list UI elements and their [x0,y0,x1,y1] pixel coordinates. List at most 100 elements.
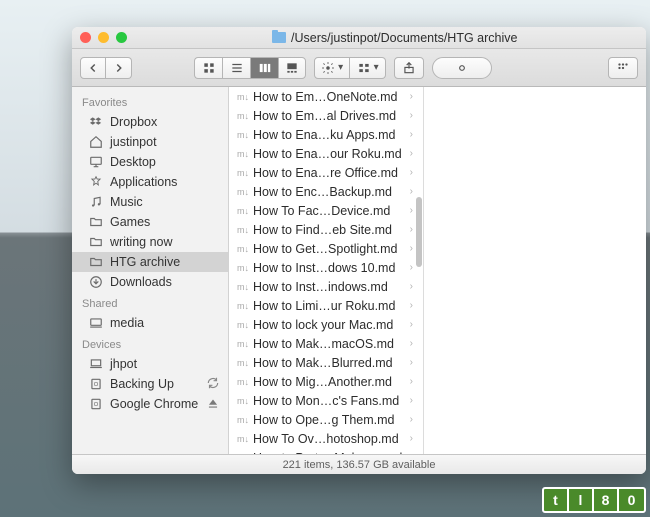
sidebar-item-downloads[interactable]: Downloads [72,272,228,292]
sidebar-item-label: writing now [110,235,173,249]
file-icon: m↓ [237,301,247,311]
view-list-button[interactable] [222,57,250,79]
downloads-icon [88,275,103,290]
action-menu-button[interactable]: ▾ [314,57,350,79]
file-row[interactable]: m↓How to Mak…macOS.md› [229,334,423,353]
chevron-right-icon: › [410,433,413,444]
chevron-right-icon: › [410,243,413,254]
sidebar-item-label: Games [110,215,150,229]
file-name: How to Mon…c's Fans.md [253,394,399,408]
file-row[interactable]: m↓How To Ov…hotoshop.md› [229,429,423,448]
chevron-right-icon: › [410,91,413,102]
minimize-button[interactable] [98,32,109,43]
file-row[interactable]: m↓How To Fac…Device.md› [229,201,423,220]
folder-icon [88,255,103,270]
file-name: How To Fac…Device.md [253,204,390,218]
sidebar[interactable]: Favorites DropboxjustinpotDesktopApplica… [72,87,229,454]
eject-icon[interactable] [206,396,220,413]
file-row[interactable]: m↓How to Mon…c's Fans.md› [229,391,423,410]
view-icons-button[interactable] [194,57,222,79]
desktop-icon [88,155,103,170]
file-name: How to Find…eb Site.md [253,223,392,237]
sidebar-item-music[interactable]: Music [72,192,228,212]
file-row[interactable]: m↓How to Em…OneNote.md› [229,87,423,106]
file-row[interactable]: m↓How to Get…Spotlight.md› [229,239,423,258]
sidebar-item-label: Downloads [110,275,172,289]
sidebar-item-google-chrome[interactable]: Google Chrome [72,394,228,414]
tags-pill-button[interactable] [432,57,492,79]
more-button[interactable] [608,57,638,79]
sidebar-item-justinpot[interactable]: justinpot [72,132,228,152]
file-row[interactable]: m↓How to Em…al Drives.md› [229,106,423,125]
file-row[interactable]: m↓How to Ena…ku Apps.md› [229,125,423,144]
sidebar-item-htg-archive[interactable]: HTG archive [72,252,228,272]
share-button[interactable] [394,57,424,79]
file-icon: m↓ [237,187,247,197]
file-name: How to Mak…macOS.md [253,337,394,351]
back-button[interactable] [80,57,106,79]
chevron-right-icon: › [410,319,413,330]
chevron-right-icon: › [410,281,413,292]
file-row[interactable]: m↓How to Prot… Malware.md› [229,448,423,454]
file-row[interactable]: m↓How to Ena…re Office.md› [229,163,423,182]
folder-icon [272,32,286,43]
file-row[interactable]: m↓How to Find…eb Site.md› [229,220,423,239]
sidebar-item-desktop[interactable]: Desktop [72,152,228,172]
chevron-right-icon: › [410,205,413,216]
file-row[interactable]: m↓How to Mig…Another.md› [229,372,423,391]
arrange-menu-button[interactable]: ▾ [350,57,386,79]
status-bar: 221 items, 136.57 GB available [72,454,646,474]
file-icon: m↓ [237,396,247,406]
chevron-right-icon: › [410,452,413,454]
title-path-text: /Users/justinpot/Documents/HTG archive [291,31,517,45]
view-columns-button[interactable] [250,57,278,79]
nav-buttons [80,57,132,79]
sidebar-header-favorites: Favorites [72,91,228,112]
zoom-button[interactable] [116,32,127,43]
disk-icon [88,397,103,412]
sidebar-header-devices: Devices [72,333,228,354]
file-name: How to Em…al Drives.md [253,109,396,123]
chevron-right-icon: › [410,224,413,235]
file-icon: m↓ [237,282,247,292]
file-row[interactable]: m↓How to Ena…our Roku.md› [229,144,423,163]
file-row[interactable]: m↓How to Enc…Backup.md› [229,182,423,201]
scrollbar-thumb[interactable] [416,197,422,267]
sidebar-item-writing-now[interactable]: writing now [72,232,228,252]
window-title: /Users/justinpot/Documents/HTG archive [272,31,517,45]
view-gallery-button[interactable] [278,57,306,79]
file-row[interactable]: m↓ How to Limi…ur Roku.md › [229,296,423,315]
close-button[interactable] [80,32,91,43]
traffic-lights [80,32,127,43]
file-name: How to Limi…ur Roku.md [253,299,395,313]
sidebar-item-label: Music [110,195,143,209]
file-row[interactable]: m↓How to Mak…Blurred.md› [229,353,423,372]
chevron-right-icon: › [410,414,413,425]
laptop-icon [88,357,103,372]
sidebar-item-jhpot[interactable]: jhpot [72,354,228,374]
file-row[interactable]: m↓How to Ope…g Them.md› [229,410,423,429]
toolbar: ▾ ▾ [72,49,646,87]
file-row[interactable]: m↓How to lock your Mac.md› [229,315,423,334]
sidebar-item-media[interactable]: media [72,313,228,333]
chevron-right-icon: › [410,300,413,311]
forward-button[interactable] [106,57,132,79]
file-row[interactable]: m↓How to Inst…indows.md› [229,277,423,296]
sidebar-item-games[interactable]: Games [72,212,228,232]
empty-column [424,87,646,454]
file-icon: m↓ [237,377,247,387]
sidebar-item-label: jhpot [110,357,137,371]
apps-icon [88,175,103,190]
file-icon: m↓ [237,149,247,159]
file-name: How to Get…Spotlight.md [253,242,398,256]
column-view: m↓How to Em…OneNote.md›m↓How to Em…al Dr… [229,87,646,454]
sidebar-item-backing-up[interactable]: Backing Up [72,374,228,394]
file-name: How to Prot… Malware.md [253,451,402,455]
file-row[interactable]: m↓How to Inst…dows 10.md› [229,258,423,277]
finder-window: /Users/justinpot/Documents/HTG archive ▾… [72,27,646,474]
view-mode-segment [194,57,306,79]
file-column[interactable]: m↓How to Em…OneNote.md›m↓How to Em…al Dr… [229,87,424,454]
sidebar-item-dropbox[interactable]: Dropbox [72,112,228,132]
sidebar-item-applications[interactable]: Applications [72,172,228,192]
titlebar[interactable]: /Users/justinpot/Documents/HTG archive [72,27,646,49]
